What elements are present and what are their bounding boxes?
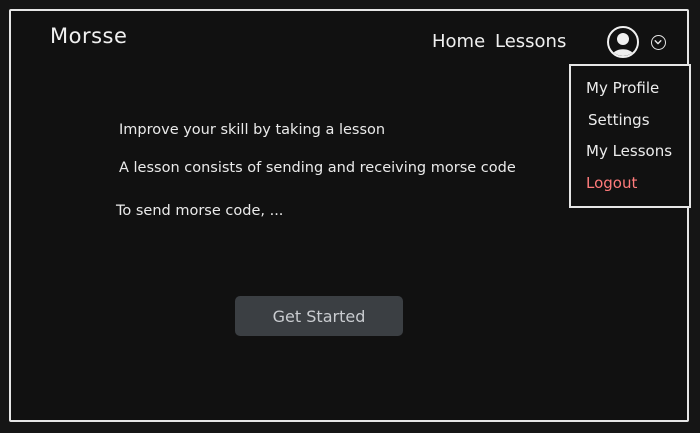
menu-item-my-lessons[interactable]: My Lessons [586,142,672,160]
user-avatar-icon[interactable] [607,26,639,58]
profile-dropdown-menu: My Profile Settings My Lessons Logout [569,64,691,208]
nav-home-link[interactable]: Home [432,31,485,52]
get-started-button[interactable]: Get Started [235,296,403,336]
intro-text-1: Improve your skill by taking a lesson [119,122,386,138]
brand-logo[interactable]: Morsse [50,24,127,48]
menu-item-my-profile[interactable]: My Profile [586,79,659,97]
chevron-down-icon[interactable] [651,35,666,50]
menu-item-settings[interactable]: Settings [588,111,650,129]
nav-lessons-link[interactable]: Lessons [495,31,566,52]
menu-item-logout[interactable]: Logout [586,174,637,192]
intro-text-2: A lesson consists of sending and receivi… [119,160,516,176]
intro-text-3: To send morse code, ... [116,203,284,219]
